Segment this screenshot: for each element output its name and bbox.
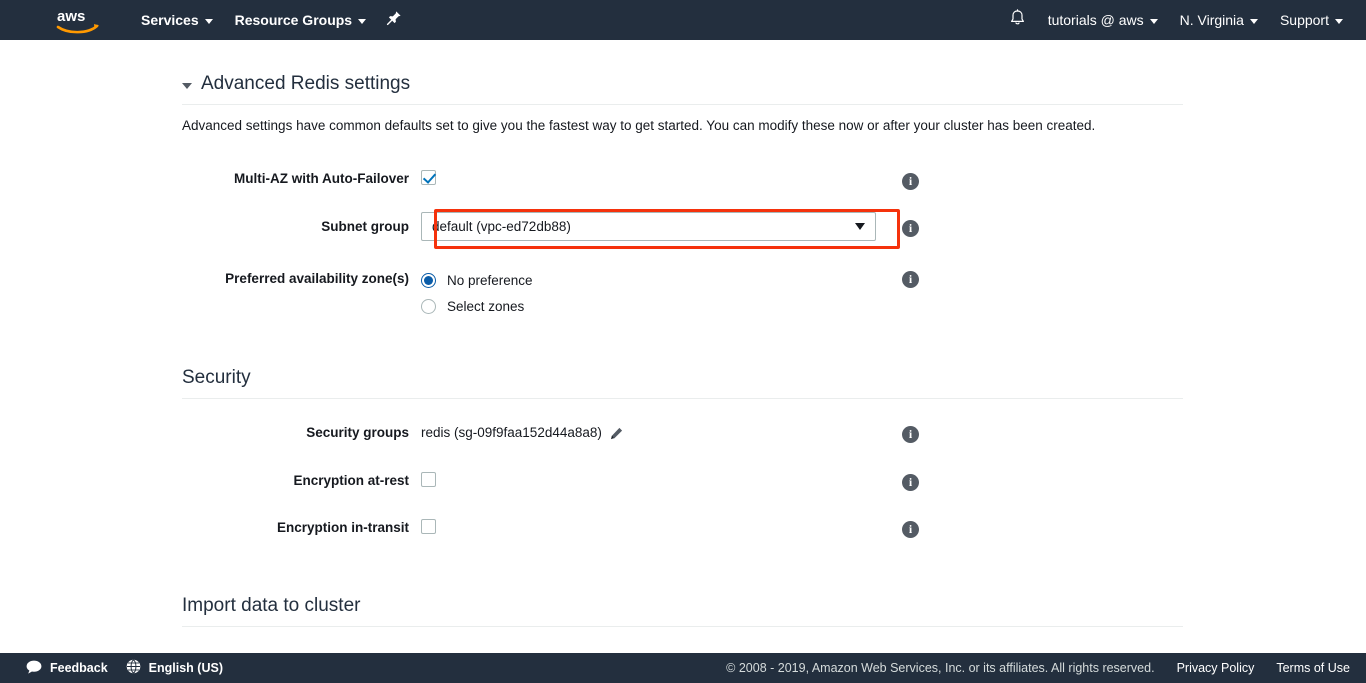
- chevron-down-icon: [855, 223, 865, 230]
- advanced-settings-description: Advanced settings have common defaults s…: [182, 117, 1183, 135]
- copyright-text: © 2008 - 2019, Amazon Web Services, Inc.…: [726, 661, 1154, 675]
- bell-icon: [1009, 9, 1026, 32]
- chevron-down-icon: [1250, 19, 1258, 24]
- chevron-down-icon: [205, 19, 213, 24]
- subnet-group-field: default (vpc-ed72db88): [421, 212, 876, 241]
- nav-services-label: Services: [141, 12, 199, 28]
- language-selector[interactable]: English (US): [126, 659, 223, 677]
- pin-shortcut-button[interactable]: [377, 0, 411, 40]
- section-divider: [182, 398, 1183, 399]
- advanced-settings-title-row[interactable]: Advanced Redis settings: [182, 72, 1183, 96]
- encryption-in-transit-field: [421, 519, 436, 534]
- nav-services-menu[interactable]: Services: [130, 0, 224, 40]
- security-section-header: Security: [182, 366, 1183, 399]
- footer-left-group: Feedback English (US): [0, 659, 223, 677]
- caret-down-icon[interactable]: [182, 83, 192, 89]
- info-icon[interactable]: i: [902, 426, 919, 443]
- preferred-az-label: Preferred availability zone(s): [0, 270, 421, 288]
- svg-text:aws: aws: [57, 8, 85, 25]
- notifications-button[interactable]: [999, 0, 1037, 40]
- encryption-at-rest-label: Encryption at-rest: [0, 472, 421, 490]
- encryption-in-transit-label: Encryption in-transit: [0, 519, 421, 537]
- info-icon[interactable]: i: [902, 173, 919, 190]
- multi-az-checkbox[interactable]: [421, 170, 436, 185]
- nav-region-label: N. Virginia: [1180, 12, 1244, 28]
- advanced-settings-section-header: Advanced Redis settings Advanced setting…: [182, 72, 1183, 135]
- import-section-header: Import data to cluster: [182, 594, 1183, 627]
- security-groups-field: redis (sg-09f9faa152d44a8a8): [421, 424, 623, 442]
- globe-icon: [126, 659, 141, 677]
- encryption-in-transit-checkbox[interactable]: [421, 519, 436, 534]
- security-groups-value-wrap: redis (sg-09f9faa152d44a8a8): [421, 424, 623, 442]
- pencil-icon[interactable]: [610, 427, 623, 440]
- az-option-select-zones[interactable]: Select zones: [421, 296, 524, 316]
- subnet-group-select[interactable]: default (vpc-ed72db88): [421, 212, 876, 241]
- info-icon[interactable]: i: [902, 521, 919, 538]
- info-icon[interactable]: i: [902, 474, 919, 491]
- security-section-title: Security: [182, 366, 251, 390]
- preferred-az-options: No preference Select zones: [421, 270, 533, 316]
- chevron-down-icon: [358, 19, 366, 24]
- multi-az-label: Multi-AZ with Auto-Failover: [0, 170, 421, 188]
- multi-az-field: [421, 170, 436, 185]
- chevron-down-icon: [1150, 19, 1158, 24]
- info-icon[interactable]: i: [902, 220, 919, 237]
- az-option-label: No preference: [447, 273, 533, 288]
- chevron-down-icon: [1335, 19, 1343, 24]
- section-divider: [182, 626, 1183, 627]
- top-navigation-bar: aws Services Resource Groups: [0, 0, 1366, 40]
- nav-account-label: tutorials @ aws: [1048, 12, 1144, 28]
- nav-support-label: Support: [1280, 12, 1329, 28]
- import-title-row: Import data to cluster: [182, 594, 1183, 618]
- security-groups-value: redis (sg-09f9faa152d44a8a8): [421, 424, 602, 442]
- main-content: Advanced Redis settings Advanced setting…: [0, 40, 1366, 653]
- feedback-button[interactable]: Feedback: [26, 660, 108, 677]
- security-groups-label: Security groups: [0, 424, 421, 442]
- footer-right-group: © 2008 - 2019, Amazon Web Services, Inc.…: [726, 661, 1366, 675]
- encryption-at-rest-checkbox[interactable]: [421, 472, 436, 487]
- language-label: English (US): [149, 661, 223, 675]
- info-icon[interactable]: i: [902, 271, 919, 288]
- encryption-in-transit-row: Encryption in-transit i: [0, 519, 1366, 537]
- encryption-at-rest-row: Encryption at-rest i: [0, 472, 1366, 490]
- security-groups-row: Security groups redis (sg-09f9faa152d44a…: [0, 424, 1366, 442]
- section-divider: [182, 104, 1183, 105]
- import-section-title: Import data to cluster: [182, 594, 360, 618]
- page-title: Advanced Redis settings: [201, 72, 410, 96]
- pushpin-icon: [386, 10, 402, 31]
- nav-support-menu[interactable]: Support: [1269, 0, 1354, 40]
- aws-logo[interactable]: aws: [56, 7, 100, 35]
- subnet-group-selected-value: default (vpc-ed72db88): [432, 219, 571, 234]
- subnet-group-label: Subnet group: [0, 212, 421, 236]
- encryption-at-rest-field: [421, 472, 436, 487]
- nav-account-menu[interactable]: tutorials @ aws: [1037, 0, 1169, 40]
- multi-az-row: Multi-AZ with Auto-Failover i: [0, 170, 1366, 188]
- nav-region-menu[interactable]: N. Virginia: [1169, 0, 1269, 40]
- az-radio-no-preference[interactable]: [421, 273, 436, 288]
- footer-bar: Feedback English (US) © 2008 - 2019, Ama…: [0, 653, 1366, 683]
- az-option-label: Select zones: [447, 299, 524, 314]
- nav-left-group: aws Services Resource Groups: [0, 0, 411, 40]
- nav-resource-groups-menu[interactable]: Resource Groups: [224, 0, 377, 40]
- feedback-label: Feedback: [50, 661, 108, 675]
- az-option-no-preference[interactable]: No preference: [421, 270, 533, 290]
- subnet-group-row: Subnet group default (vpc-ed72db88) i: [0, 212, 1366, 241]
- speech-bubble-icon: [26, 660, 42, 677]
- nav-right-group: tutorials @ aws N. Virginia Support: [999, 0, 1366, 40]
- privacy-policy-link[interactable]: Privacy Policy: [1177, 661, 1255, 675]
- terms-of-use-link[interactable]: Terms of Use: [1276, 661, 1350, 675]
- az-radio-select-zones[interactable]: [421, 299, 436, 314]
- preferred-az-row: Preferred availability zone(s) No prefer…: [0, 270, 1366, 316]
- nav-resource-groups-label: Resource Groups: [235, 12, 352, 28]
- security-title-row: Security: [182, 366, 1183, 390]
